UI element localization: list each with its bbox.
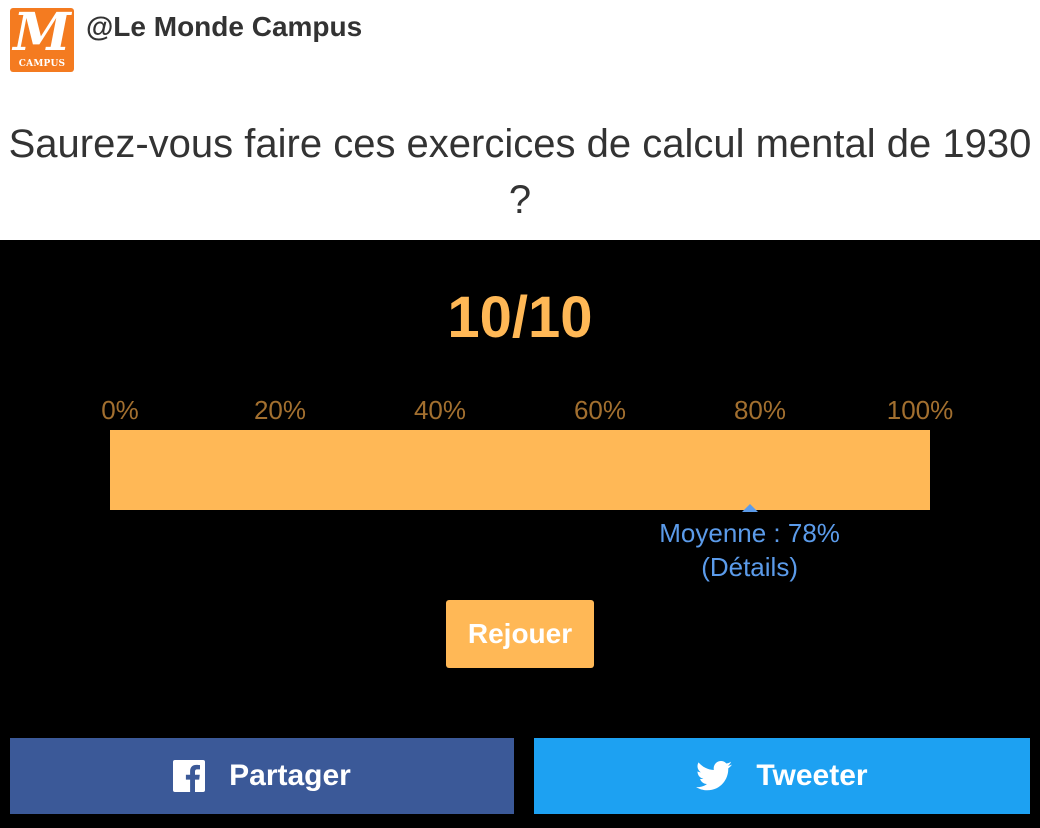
facebook-share-button[interactable]: Partager xyxy=(10,738,514,814)
facebook-icon xyxy=(173,760,206,792)
scale-ticks: 0% 20% 40% 60% 80% 100% xyxy=(0,394,1040,426)
average-marker-icon xyxy=(741,504,758,512)
twitter-icon xyxy=(696,761,733,791)
header: M CAMPUS @Le Monde Campus Saurez-vous fa… xyxy=(0,0,1040,240)
facebook-share-label: Partager xyxy=(229,759,351,792)
logo-letter: M xyxy=(13,8,71,63)
average-label: Moyenne : 78% xyxy=(659,518,840,548)
details-link[interactable]: (Détails) xyxy=(600,550,900,584)
score-bar xyxy=(110,430,930,510)
tick-label: 0% xyxy=(101,395,139,425)
quiz-title: Saurez-vous faire ces exercices de calcu… xyxy=(8,122,1032,222)
average-details-link[interactable]: Moyenne : 78% (Détails) xyxy=(600,516,900,584)
tick-label: 60% xyxy=(573,395,627,425)
twitter-share-label: Tweeter xyxy=(756,759,868,792)
twitter-share-button[interactable]: Tweeter xyxy=(534,738,1030,814)
account-name[interactable]: @Le Monde Campus xyxy=(86,10,362,44)
result-panel: 10/10 0% 20% 40% 60% 80% 100% Moyenne : … xyxy=(0,240,1040,828)
tick-label: 20% xyxy=(253,395,307,425)
replay-button[interactable]: Rejouer xyxy=(446,600,594,668)
score-bar-fill xyxy=(110,430,930,510)
tick-label: 40% xyxy=(413,395,467,425)
logo-subtitle: CAMPUS xyxy=(18,59,66,69)
score: 10/10 xyxy=(447,285,593,350)
le-monde-campus-logo[interactable]: M CAMPUS xyxy=(10,8,74,72)
tick-label: 80% xyxy=(733,395,787,425)
tick-label: 100% xyxy=(886,395,954,425)
